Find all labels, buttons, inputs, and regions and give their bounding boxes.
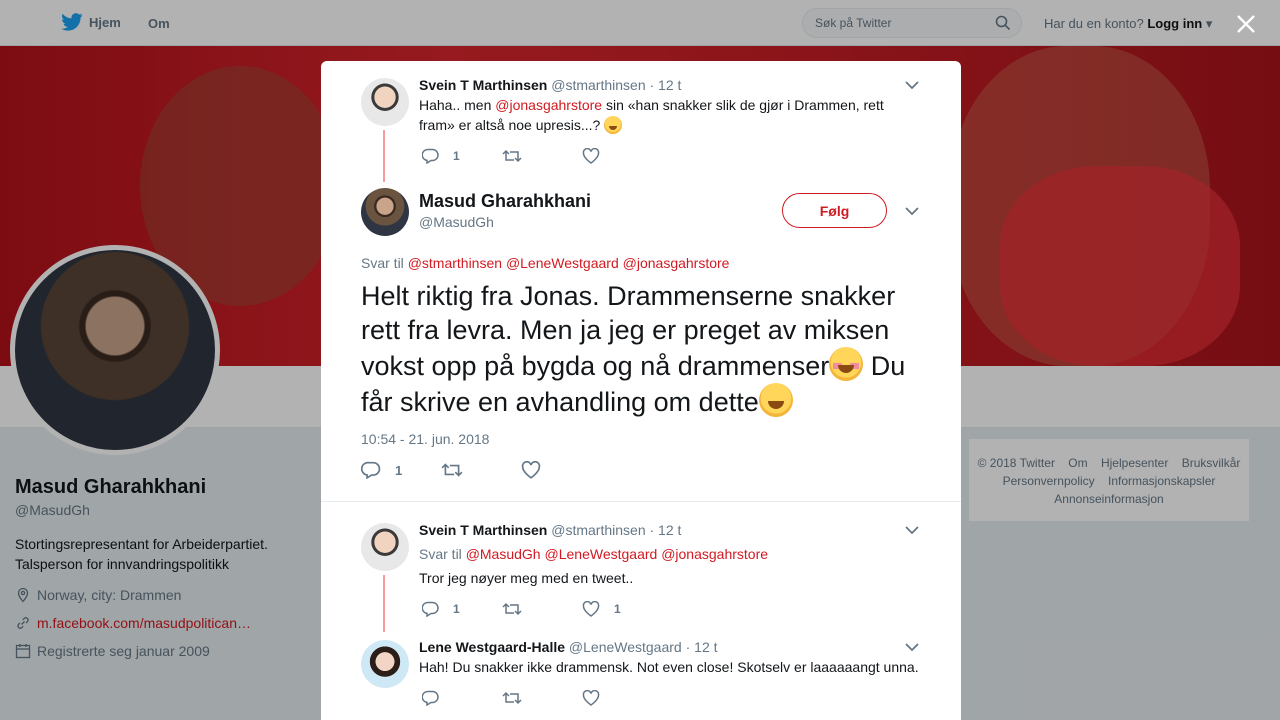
grinning-emoji-icon — [758, 383, 793, 417]
tweet-time[interactable]: · 12 t — [650, 77, 682, 93]
close-icon[interactable] — [1234, 12, 1258, 36]
retweet-button[interactable] — [502, 601, 582, 617]
reply-icon — [361, 461, 381, 479]
avatar[interactable] — [361, 640, 409, 688]
author-handle[interactable]: @stmarthinsen — [551, 77, 645, 93]
reply-button[interactable]: 1 — [422, 148, 502, 164]
winking-emoji-icon — [604, 116, 623, 134]
reply-to-label: Svar til — [419, 546, 462, 562]
tweet-text: Haha.. men @jonasgahrstore sin «han snak… — [419, 95, 899, 135]
main-tweet-text: Helt riktig fra Jonas. Drammenserne snak… — [361, 279, 926, 419]
heart-icon — [521, 461, 541, 479]
chevron-down-icon[interactable] — [905, 526, 919, 535]
mention-link[interactable]: @LeneWestgaard — [545, 546, 658, 562]
main-tweet-actions: 1 — [361, 461, 601, 479]
reply-count: 1 — [453, 602, 460, 616]
reply-count: 1 — [453, 149, 460, 163]
reply-to-line: Svar til @MasudGh @LeneWestgaard @jonasg… — [419, 544, 899, 564]
tweet-text-part: Helt riktig fra Jonas. Drammenserne snak… — [361, 281, 896, 381]
like-button[interactable] — [582, 690, 662, 706]
like-button[interactable]: 1 — [582, 601, 662, 617]
mention-link[interactable]: @MasudGh — [466, 546, 541, 562]
author-handle[interactable]: @LeneWestgaard — [569, 639, 682, 655]
retweet-icon — [502, 602, 522, 616]
mention-link[interactable]: @LeneWestgaard — [506, 255, 619, 271]
tweet-actions: 1 — [422, 148, 662, 164]
thread-line — [383, 575, 385, 632]
retweet-icon — [502, 149, 522, 163]
reply-button[interactable]: 1 — [422, 601, 502, 617]
smiling-blush-emoji-icon — [829, 347, 864, 381]
heart-icon — [582, 148, 600, 164]
avatar[interactable] — [361, 188, 409, 236]
avatar[interactable] — [361, 78, 409, 126]
avatar[interactable] — [361, 523, 409, 571]
like-button[interactable] — [582, 148, 662, 164]
reply-to-line: Svar til @stmarthinsen @LeneWestgaard @j… — [361, 255, 729, 271]
reply-count: 1 — [395, 462, 403, 478]
mention-link[interactable]: @stmarthinsen — [408, 255, 502, 271]
main-author-handle[interactable]: @MasudGh — [419, 214, 494, 230]
chevron-down-icon[interactable] — [905, 207, 919, 216]
heart-icon — [582, 601, 600, 617]
chevron-down-icon[interactable] — [905, 643, 919, 652]
follow-button[interactable]: Følg — [782, 193, 887, 228]
retweet-button[interactable] — [502, 690, 582, 706]
reply-to-label: Svar til — [361, 255, 404, 271]
mention-link[interactable]: @jonasgahrstore — [623, 255, 730, 271]
retweet-button[interactable] — [502, 148, 582, 164]
tweet-header: Lene Westgaard-Halle @LeneWestgaard · 12… — [419, 639, 718, 655]
author-handle[interactable]: @stmarthinsen — [551, 522, 645, 538]
retweet-button[interactable] — [441, 461, 521, 479]
tweet-modal: Svein T Marthinsen @stmarthinsen · 12 t … — [321, 61, 961, 720]
reply-icon — [422, 601, 439, 617]
tweet-header: Svein T Marthinsen @stmarthinsen · 12 t — [419, 77, 681, 93]
reply-button[interactable] — [422, 690, 502, 706]
main-author-name[interactable]: Masud Gharahkhani — [419, 191, 591, 212]
tweet-header: Svein T Marthinsen @stmarthinsen · 12 t — [419, 522, 681, 538]
like-button[interactable] — [521, 461, 601, 479]
like-count: 1 — [614, 602, 621, 616]
tweet-timestamp[interactable]: 10:54 - 21. jun. 2018 — [361, 431, 489, 447]
tweet-text: Hah! Du snakker ikke drammensk. Not even… — [419, 659, 919, 675]
chevron-down-icon[interactable] — [905, 81, 919, 90]
author-name[interactable]: Svein T Marthinsen — [419, 77, 547, 93]
tweet-text-part: Haha.. men — [419, 97, 496, 113]
mention-link[interactable]: @jonasgahrstore — [661, 546, 768, 562]
tweet-time[interactable]: · 12 t — [686, 639, 718, 655]
reply-button[interactable]: 1 — [361, 461, 441, 479]
tweet-time[interactable]: · 12 t — [650, 522, 682, 538]
retweet-icon — [502, 691, 522, 705]
author-name[interactable]: Lene Westgaard-Halle — [419, 639, 565, 655]
tweet-text: Tror jeg nøyer meg med en tweet.. — [419, 570, 634, 586]
heart-icon — [582, 690, 600, 706]
tweet-actions — [422, 690, 662, 706]
reply-icon — [422, 148, 439, 164]
retweet-icon — [441, 463, 463, 477]
thread-line — [383, 130, 385, 182]
divider — [321, 501, 961, 502]
reply-icon — [422, 690, 439, 706]
author-name[interactable]: Svein T Marthinsen — [419, 522, 547, 538]
tweet-actions: 1 1 — [422, 601, 662, 617]
mention-link[interactable]: @jonasgahrstore — [495, 97, 602, 113]
